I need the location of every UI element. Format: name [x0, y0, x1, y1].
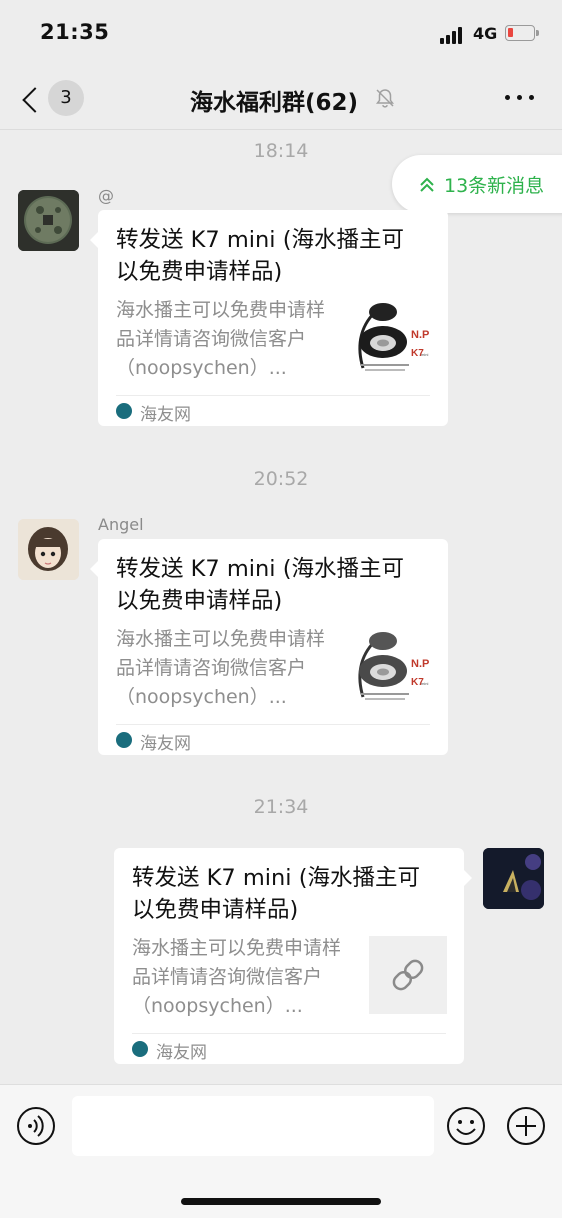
link-card[interactable]: 转发送 K7 mini (海水播主可以免费申请样品) 海水播主可以免费申请样品详… [114, 848, 472, 1064]
new-messages-label: 13条新消息 [444, 175, 545, 197]
plus-icon[interactable] [506, 1106, 546, 1146]
chat-title: 海水福利群(62) [190, 90, 359, 116]
voice-icon[interactable] [16, 1106, 56, 1146]
brand-logo: N.P [411, 658, 429, 670]
home-indicator [181, 1198, 381, 1205]
battery-icon [505, 25, 539, 41]
sender-name: @ [98, 186, 114, 205]
card-description: 海水播主可以免费申请样品详情请咨询微信客户（noopsychen）... [132, 937, 342, 1017]
link-thumbnail [369, 936, 447, 1014]
card-description: 海水播主可以免费申请样品详情请咨询微信客户（noopsychen）... [116, 299, 326, 379]
status-bar: 21:35 4G [0, 0, 562, 68]
source-name: 海友网 [140, 405, 191, 425]
message-input[interactable] [72, 1096, 434, 1156]
timestamp: 20:52 [253, 468, 309, 490]
link-card[interactable]: 转发送 K7 mini (海水播主可以免费申请样品) 海水播主可以免费申请样品详… [90, 539, 448, 755]
emoji-icon[interactable] [446, 1106, 486, 1146]
avatar[interactable] [18, 519, 79, 580]
model-sub-label: mini [421, 352, 428, 357]
unread-count-badge: 3 [48, 80, 84, 116]
bell-off-icon [375, 89, 395, 108]
avatar[interactable] [18, 190, 79, 251]
nav-bar: 3 海水福利群(62) [0, 68, 562, 130]
source-logo-icon [116, 732, 132, 748]
model-sub-label: mini [421, 681, 428, 686]
status-time: 21:35 [40, 20, 110, 44]
more-button[interactable] [505, 95, 535, 101]
product-thumbnail: N.P K7 mini [353, 298, 431, 376]
link-icon [392, 959, 424, 991]
timestamp: 21:34 [253, 796, 309, 818]
card-title: 转发送 K7 mini (海水播主可以免费申请样品) [116, 556, 404, 614]
back-button[interactable]: 3 [18, 80, 88, 118]
double-chevron-up-icon [420, 177, 434, 192]
signal-icon [440, 26, 468, 44]
card-description: 海水播主可以免费申请样品详情请咨询微信客户（noopsychen）... [116, 628, 326, 708]
source-name: 海友网 [156, 1043, 207, 1063]
product-thumbnail: N.P K7 mini [353, 627, 431, 705]
girl-avatar-image [18, 519, 79, 580]
network-type: 4G [473, 24, 498, 43]
new-messages-button[interactable]: 13条新消息 [392, 155, 562, 213]
card-title: 转发送 K7 mini (海水播主可以免费申请样品) [132, 865, 420, 923]
chevron-left-icon [22, 87, 48, 113]
source-logo-icon [116, 403, 132, 419]
card-title: 转发送 K7 mini (海水播主可以免费申请样品) [116, 227, 404, 285]
sender-name: Angel [98, 515, 144, 534]
source-name: 海友网 [140, 734, 191, 754]
own-avatar[interactable] [483, 848, 544, 909]
night-avatar-image [483, 848, 544, 909]
coin-avatar-image [18, 190, 79, 251]
brand-logo: N.P [411, 329, 429, 341]
source-logo-icon [132, 1041, 148, 1057]
link-card[interactable]: 转发送 K7 mini (海水播主可以免费申请样品) 海水播主可以免费申请样品详… [90, 210, 448, 426]
